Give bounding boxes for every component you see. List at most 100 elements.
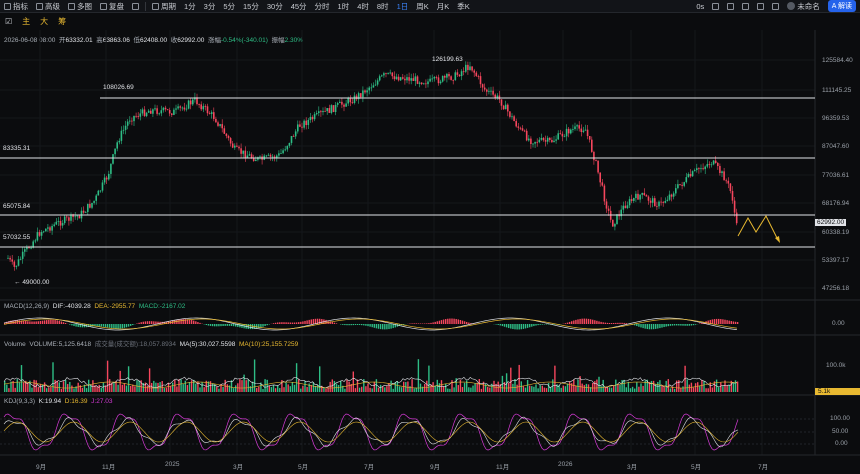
candle-body bbox=[733, 200, 736, 213]
candle-body bbox=[710, 164, 713, 166]
volume-bar bbox=[92, 380, 94, 392]
macd-bar bbox=[497, 324, 499, 325]
volume-bar bbox=[188, 382, 191, 392]
candle-body bbox=[488, 90, 490, 92]
volume-bar bbox=[432, 382, 434, 392]
macd-bar bbox=[106, 324, 109, 328]
macd-bar bbox=[310, 319, 312, 324]
macd-bar bbox=[371, 324, 373, 328]
macd-bar bbox=[678, 324, 680, 326]
macd-bar bbox=[692, 324, 695, 326]
volume-bar bbox=[384, 387, 386, 392]
macd-bar bbox=[144, 321, 147, 324]
macd-bar bbox=[663, 324, 665, 328]
macd-bar bbox=[434, 321, 436, 324]
macd-bar bbox=[335, 323, 338, 324]
candle-body bbox=[538, 139, 541, 143]
macd-bar bbox=[585, 318, 588, 324]
candle-body bbox=[311, 116, 314, 120]
macd-bar bbox=[151, 321, 153, 324]
volume-bar bbox=[623, 379, 625, 392]
macd-bar bbox=[266, 324, 268, 326]
candle-body bbox=[383, 73, 385, 76]
candle-body bbox=[429, 78, 431, 82]
volume-bar bbox=[373, 381, 375, 392]
kdj-axis-label: 50.00 bbox=[832, 428, 849, 435]
candle-body bbox=[402, 77, 404, 79]
macd-bar bbox=[568, 321, 571, 324]
candle-body bbox=[649, 200, 652, 203]
volume-bar bbox=[8, 388, 10, 392]
macd-bar bbox=[291, 322, 294, 324]
candle-body bbox=[399, 77, 402, 81]
macd-bar bbox=[119, 324, 121, 329]
candle-body bbox=[131, 120, 133, 122]
candle-body bbox=[559, 133, 562, 135]
volume-bar bbox=[121, 384, 123, 392]
macd-bar bbox=[518, 324, 520, 330]
candle-body bbox=[431, 78, 433, 80]
candle-body bbox=[387, 72, 389, 74]
candle-body bbox=[164, 107, 167, 110]
candle-body bbox=[166, 109, 169, 111]
macd-bar bbox=[419, 323, 422, 324]
macd-bar bbox=[428, 323, 430, 324]
chart-canvas[interactable] bbox=[0, 0, 860, 474]
macd-bar bbox=[64, 323, 67, 324]
candle-body bbox=[330, 105, 333, 113]
candle-body bbox=[292, 136, 295, 137]
macd-bar bbox=[499, 324, 501, 326]
macd-bar bbox=[325, 319, 327, 324]
macd-bar bbox=[730, 321, 732, 324]
macd-bar bbox=[606, 322, 609, 324]
candle-body bbox=[339, 101, 341, 104]
volume-bar bbox=[62, 381, 65, 392]
volume-bar bbox=[167, 382, 170, 392]
candle-body bbox=[313, 114, 316, 120]
candle-body bbox=[427, 81, 429, 85]
macd-bar bbox=[436, 321, 438, 324]
candle-body bbox=[639, 194, 641, 200]
macd-bar bbox=[115, 324, 117, 329]
macd-bar bbox=[228, 324, 231, 326]
candle-body bbox=[129, 120, 131, 122]
candle-body bbox=[416, 76, 419, 84]
candle-body bbox=[410, 78, 412, 81]
candle-body bbox=[696, 168, 698, 171]
candle-body bbox=[525, 130, 528, 141]
macd-bar bbox=[449, 318, 451, 324]
volume-bar bbox=[514, 379, 516, 392]
candle-body bbox=[108, 173, 110, 180]
macd-bar bbox=[365, 324, 367, 326]
macd-bar bbox=[264, 324, 266, 326]
candle-body bbox=[82, 210, 85, 213]
macd-bar bbox=[617, 322, 619, 324]
candle-body bbox=[544, 140, 547, 142]
macd-bar bbox=[535, 324, 537, 326]
candle-body bbox=[55, 221, 58, 225]
macd-bar bbox=[211, 324, 214, 327]
volume-bar bbox=[610, 387, 613, 392]
candle-body bbox=[452, 79, 454, 81]
macd-bar bbox=[100, 324, 102, 327]
candle-body bbox=[9, 257, 11, 260]
volume-bar bbox=[720, 382, 722, 392]
volume-bar bbox=[417, 359, 420, 392]
candle-body bbox=[551, 139, 553, 143]
volume-bar bbox=[218, 388, 220, 392]
volume-chart bbox=[3, 359, 739, 392]
volume-bar bbox=[58, 382, 60, 392]
volume-bar bbox=[629, 388, 632, 392]
macd-bar bbox=[29, 321, 31, 324]
candle-body bbox=[433, 76, 436, 79]
volume-bar bbox=[388, 382, 390, 392]
macd-bar bbox=[46, 320, 48, 324]
volume-bar bbox=[153, 380, 155, 392]
candle-body bbox=[250, 154, 253, 158]
macd-bar bbox=[285, 322, 287, 324]
candle-body bbox=[240, 148, 242, 154]
candle-body bbox=[504, 104, 507, 110]
candle-body bbox=[227, 135, 230, 139]
volume-bar bbox=[180, 379, 182, 392]
volume-bar bbox=[409, 386, 411, 392]
